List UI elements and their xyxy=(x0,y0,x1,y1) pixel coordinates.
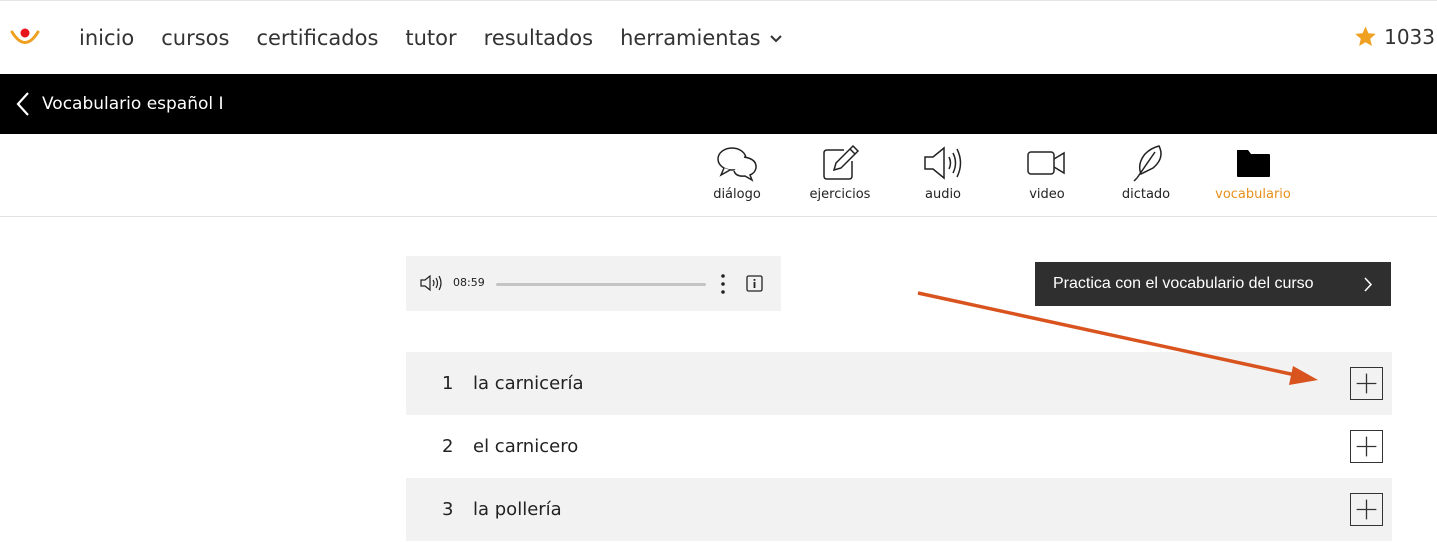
chevron-left-icon[interactable] xyxy=(14,90,32,118)
nav-item-tutor[interactable]: tutor xyxy=(405,25,456,51)
nav-item-resultados[interactable]: resultados xyxy=(484,25,593,51)
playback-time: 08:59 xyxy=(453,276,485,289)
more-vertical-icon[interactable] xyxy=(718,273,728,295)
top-navigation: inicio cursos certificados tutor resulta… xyxy=(0,0,1437,74)
info-icon[interactable] xyxy=(746,275,763,292)
list-item: 3 la pollería xyxy=(406,478,1392,541)
plus-icon xyxy=(1356,373,1377,394)
list-item: 2 el carnicero xyxy=(406,415,1392,478)
tab-dictado[interactable]: dictado xyxy=(1096,144,1196,202)
speech-bubbles-icon xyxy=(717,147,757,182)
item-number: 3 xyxy=(442,499,454,520)
score-display[interactable]: 1033 xyxy=(1353,25,1435,49)
list-item: 1 la carnicería xyxy=(406,352,1392,415)
vocabulary-list: 1 la carnicería 2 el carnicero 3 la poll… xyxy=(406,352,1392,541)
add-word-button[interactable] xyxy=(1350,493,1383,526)
audio-player: 08:59 xyxy=(406,256,781,311)
video-camera-icon xyxy=(1027,151,1065,175)
nav-item-inicio[interactable]: inicio xyxy=(79,25,134,51)
course-header-bar: Vocabulario español I xyxy=(0,74,1437,134)
section-tabs: diálogo ejercicios audio video dictado v… xyxy=(0,134,1437,217)
progress-track[interactable] xyxy=(496,283,706,286)
score-value: 1033 xyxy=(1384,25,1435,49)
nav-menu: inicio cursos certificados tutor resulta… xyxy=(79,25,810,51)
add-word-button[interactable] xyxy=(1350,430,1383,463)
nav-item-herramientas[interactable]: herramientas xyxy=(620,25,783,51)
add-word-button[interactable] xyxy=(1350,367,1383,400)
folder-icon xyxy=(1237,150,1270,177)
item-word: la carnicería xyxy=(473,373,584,394)
quill-icon xyxy=(1133,145,1162,182)
item-number: 1 xyxy=(442,373,454,394)
chevron-down-icon xyxy=(769,35,782,43)
tab-ejercicios[interactable]: ejercicios xyxy=(790,144,890,202)
tab-audio[interactable]: audio xyxy=(893,144,993,202)
plus-icon xyxy=(1356,436,1377,457)
speaker-icon xyxy=(924,146,962,180)
star-icon xyxy=(1355,26,1376,46)
chevron-right-icon xyxy=(1364,277,1373,292)
course-title: Vocabulario español I xyxy=(42,94,224,114)
speaker-icon[interactable] xyxy=(420,274,444,292)
item-number: 2 xyxy=(442,436,454,457)
plus-icon xyxy=(1356,499,1377,520)
logo-icon[interactable] xyxy=(10,23,40,49)
tab-video[interactable]: video xyxy=(997,144,1097,202)
item-word: la pollería xyxy=(473,499,562,520)
practice-vocabulary-button[interactable]: Practica con el vocabulario del curso xyxy=(1035,262,1391,306)
item-word: el carnicero xyxy=(473,436,579,457)
pencil-square-icon xyxy=(823,144,860,180)
nav-item-cursos[interactable]: cursos xyxy=(161,25,229,51)
tab-vocabulario[interactable]: vocabulario xyxy=(1203,144,1303,202)
nav-item-certificados[interactable]: certificados xyxy=(256,25,378,51)
tab-dialogo[interactable]: diálogo xyxy=(687,144,787,202)
